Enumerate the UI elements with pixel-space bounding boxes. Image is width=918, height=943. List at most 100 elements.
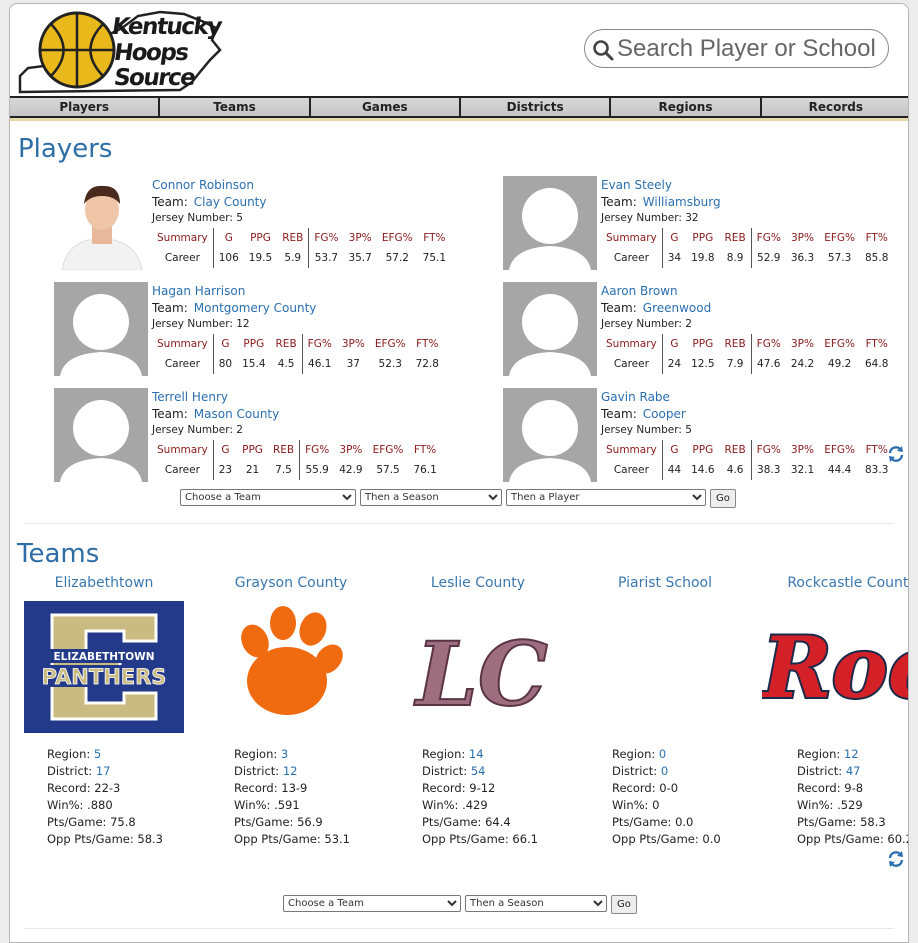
team-record-value: 0-0 <box>659 781 679 795</box>
team-district-label: District: <box>422 764 471 778</box>
player-jersey: Jersey Number: 2 <box>601 318 692 330</box>
stat-value: 37 <box>346 358 360 370</box>
team-region-label: Region: <box>47 747 94 761</box>
stat-value: 7.5 <box>275 464 292 476</box>
team-logo[interactable] <box>585 601 745 733</box>
player-card: Hagan Harrison Team: Montgomery County Jers… <box>54 282 494 382</box>
player-stats-table: Summary G PPG REB FG% 3P% EFG% FT% Career 80 15.4 4… <box>152 334 444 374</box>
team-region-value[interactable]: 14 <box>469 747 484 761</box>
player-photo[interactable] <box>54 388 148 482</box>
player-season-select[interactable]: Then a Season <box>360 489 502 506</box>
nav-regions[interactable]: Regions <box>609 98 760 116</box>
nav-games[interactable]: Games <box>308 98 459 116</box>
player-team-link[interactable]: Cooper <box>643 407 686 421</box>
player-name-link[interactable]: Terrell Henry <box>152 390 228 404</box>
player-player-select[interactable]: Then a Player <box>506 489 706 506</box>
player-team-link[interactable]: Clay County <box>194 195 267 209</box>
player-team-link[interactable]: Williamsburg <box>643 195 721 209</box>
team-district-value[interactable]: 47 <box>846 764 861 778</box>
player-team-label: Team: <box>152 195 188 209</box>
team-district-value[interactable]: 54 <box>471 764 486 778</box>
team-region-value[interactable]: 5 <box>94 747 101 761</box>
team-region-value[interactable]: 12 <box>844 747 859 761</box>
search-box[interactable] <box>584 29 889 68</box>
team-name-link[interactable]: Piarist School <box>575 575 755 591</box>
player-photo[interactable] <box>54 176 148 270</box>
team-logo[interactable]: Roc <box>762 601 908 733</box>
team-name-link[interactable]: Leslie County <box>388 575 568 591</box>
nav-records[interactable]: Records <box>759 98 908 116</box>
stat-value: 57.5 <box>376 464 400 476</box>
main-nav: Players Teams Games Districts Regions Re… <box>10 96 908 118</box>
player-team-link[interactable]: Montgomery County <box>194 301 317 315</box>
player-name-link[interactable]: Hagan Harrison <box>152 284 245 298</box>
team-opp-value: 53.1 <box>324 832 350 846</box>
team-district-value[interactable]: 0 <box>661 764 668 778</box>
team-name-link[interactable]: Grayson County <box>201 575 381 591</box>
nav-districts[interactable]: Districts <box>458 98 610 116</box>
team-go-button[interactable]: Go <box>611 895 637 914</box>
player-team-label: Team: <box>152 407 188 421</box>
stat-value: Career <box>613 464 649 476</box>
team-team-select[interactable]: Choose a Team <box>283 895 461 912</box>
team-pts-value: 58.3 <box>860 815 886 829</box>
stat-value: 42.9 <box>339 464 363 476</box>
player-photo[interactable] <box>503 282 597 376</box>
team-pts-row: Pts/Game: 58.3 <box>797 814 908 831</box>
stat-header: PPG <box>692 232 714 244</box>
stat-header: 3P% <box>348 232 372 244</box>
team-logo[interactable] <box>211 601 371 733</box>
player-team-select[interactable]: Choose a Team <box>180 489 356 506</box>
team-region-value[interactable]: 3 <box>281 747 288 761</box>
refresh-players-icon[interactable] <box>887 445 905 463</box>
team-season-select[interactable]: Then a Season <box>465 895 607 912</box>
stat-header: FT% <box>865 338 888 350</box>
player-jersey: Jersey Number: 2 <box>152 424 243 436</box>
logo-text-line2: Hoops <box>112 40 190 66</box>
player-name-link[interactable]: Aaron Brown <box>601 284 678 298</box>
team-record-value: 9-12 <box>469 781 496 795</box>
stat-header: Summary <box>157 338 208 350</box>
team-win-label: Win%: <box>797 798 838 812</box>
team-district-label: District: <box>47 764 96 778</box>
bottom-divider <box>24 928 894 929</box>
player-photo[interactable] <box>503 388 597 482</box>
default-avatar-icon <box>54 388 148 482</box>
team-logo[interactable]: ELIZABETHTOWN PANTHERS <box>24 601 184 733</box>
team-record-row: Record: 9-8 <box>797 780 908 797</box>
team-pts-value: 56.9 <box>297 815 323 829</box>
team-district-row: District: 0 <box>612 763 721 780</box>
player-team-link[interactable]: Greenwood <box>643 301 711 315</box>
player-name-link[interactable]: Evan Steely <box>601 178 672 192</box>
refresh-teams-icon[interactable] <box>887 850 905 868</box>
team-district-value[interactable]: 12 <box>283 764 298 778</box>
search-icon[interactable] <box>591 38 615 62</box>
player-name-link[interactable]: Gavin Rabe <box>601 390 670 404</box>
team-logo[interactable]: LC <box>398 601 558 733</box>
team-pts-row: Pts/Game: 56.9 <box>234 814 350 831</box>
player-go-button[interactable]: Go <box>710 489 736 508</box>
team-region-value[interactable]: 0 <box>659 747 666 761</box>
player-photo[interactable] <box>54 282 148 376</box>
nav-teams[interactable]: Teams <box>158 98 309 116</box>
player-team-link[interactable]: Mason County <box>194 407 279 421</box>
team-name-link[interactable]: Elizabethtown <box>14 575 194 591</box>
team-name-link[interactable]: Rockcastle County <box>762 575 908 591</box>
team-opp-value: 0.0 <box>702 832 721 846</box>
player-photo[interactable] <box>503 176 597 270</box>
team-opp-row: Opp Pts/Game: 0.0 <box>612 831 721 848</box>
search-input[interactable] <box>617 33 877 65</box>
site-logo[interactable]: Kentucky Hoops Source <box>14 6 224 94</box>
team-record-label: Record: <box>47 781 95 795</box>
team-district-value[interactable]: 17 <box>96 764 111 778</box>
team-district-row: District: 12 <box>234 763 350 780</box>
nav-players[interactable]: Players <box>10 98 159 116</box>
team-pts-label: Pts/Game: <box>47 815 111 829</box>
team-win-label: Win%: <box>422 798 463 812</box>
stat-value: 5.9 <box>284 252 302 264</box>
logo-text-line3: Source <box>112 65 197 91</box>
team-win-row: Win%: .591 <box>234 797 350 814</box>
stat-header: FT% <box>416 338 439 350</box>
stat-value: 75.1 <box>422 252 447 264</box>
player-name-link[interactable]: Connor Robinson <box>152 178 254 192</box>
